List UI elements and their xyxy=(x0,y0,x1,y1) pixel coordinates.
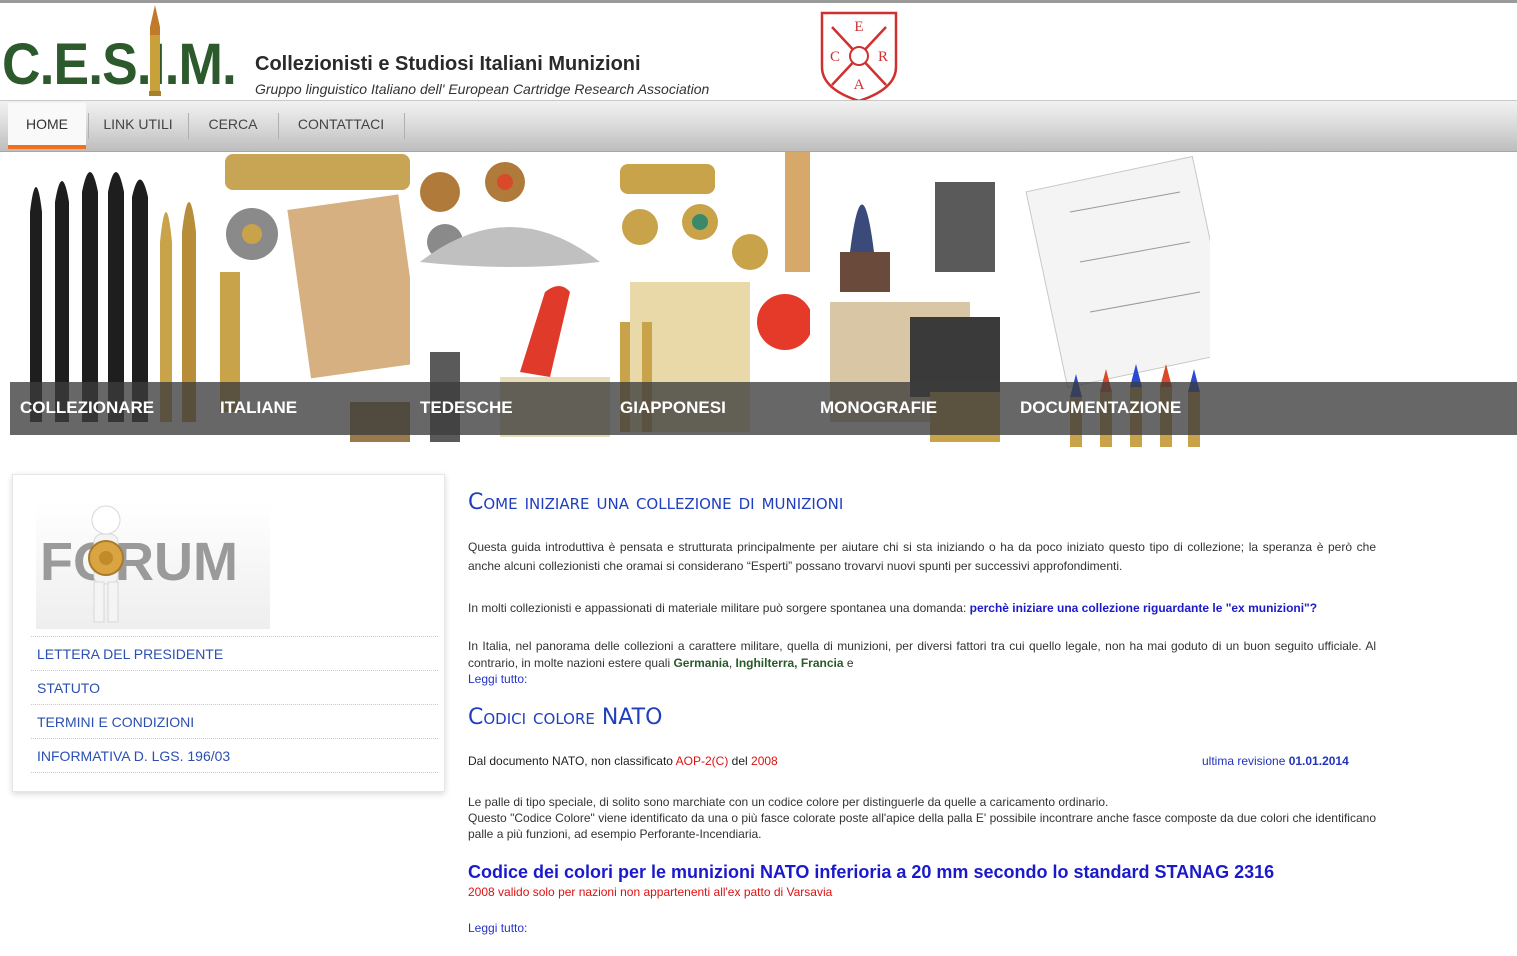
nato-body-line2: Questo "Codice Colore" viene identificat… xyxy=(468,811,1376,841)
era-letter-a: A xyxy=(854,77,865,93)
logo-text: C.E.S.I.M. xyxy=(2,32,237,97)
category-banner: COLLEZIONARE ITALIANE TEDESCHE GIAPPONES… xyxy=(10,152,1517,452)
nav-divider xyxy=(88,113,89,139)
article-intro: Questa guida introduttiva è pensata e st… xyxy=(468,540,1376,573)
nav-divider xyxy=(404,113,405,139)
revision-date: 01.01.2014 xyxy=(1288,754,1349,768)
question-lead: In molti collezionisti e appassionati di… xyxy=(468,601,970,615)
nav-home[interactable]: HOME xyxy=(8,103,86,149)
forum-banner[interactable]: FORUM xyxy=(36,502,270,629)
site-subtitle: Gruppo linguistico Italiano dell' Europe… xyxy=(255,81,710,97)
nato-standard-note: 2008 valido solo per nazioni non apparte… xyxy=(468,885,833,899)
nato-body-line1: Le palle di tipo speciale, di solito son… xyxy=(468,795,1109,809)
nav-link-utili[interactable]: LINK UTILI xyxy=(90,103,186,149)
body-lead: In Italia, nel panorama delle collezioni… xyxy=(468,639,1376,670)
revision-label: ultima revisione xyxy=(1202,754,1289,768)
forum-figure-icon xyxy=(88,505,124,623)
nato-standard-title: Codice dei colori per le munizioni NATO … xyxy=(468,862,1275,882)
era-letter-c: C xyxy=(830,49,840,65)
question-text: perchè iniziare una collezione riguardan… xyxy=(969,601,1318,615)
body-tail: e xyxy=(843,656,854,670)
doc-lead: Dal documento NATO, non classificato xyxy=(468,754,676,768)
sidebar: FORUM LETTERA DEL PRESIDENTE STATUTO TER… xyxy=(12,474,445,792)
doc-mid: del xyxy=(728,754,752,768)
sidebar-link-termini[interactable]: TERMINI E CONDIZIONI xyxy=(31,704,438,738)
category-documentazione[interactable]: DOCUMENTAZIONE xyxy=(1020,398,1181,418)
read-more-link[interactable]: Leggi tutto: xyxy=(468,672,527,686)
nav-divider xyxy=(278,113,279,139)
category-tedesche[interactable]: TEDESCHE xyxy=(420,398,513,418)
article-question: In molti collezionisti e appassionati di… xyxy=(468,599,1376,618)
main-nav: HOME LINK UTILI CERCA CONTATTACI xyxy=(0,100,1517,152)
nav-divider xyxy=(188,113,189,139)
bullet-icon xyxy=(149,5,161,96)
country-germania: Germania xyxy=(673,656,729,670)
site-title: Collezionisti e Studiosi Italiani Munizi… xyxy=(255,53,641,75)
article-title-collezione[interactable]: Come iniziare una collezione di munizion… xyxy=(468,490,843,515)
category-giapponesi[interactable]: GIAPPONESI xyxy=(620,398,726,418)
doc-code: AOP-2(C) xyxy=(675,754,729,768)
nav-contattaci[interactable]: CONTATTACI xyxy=(280,103,402,149)
sidebar-link-informativa[interactable]: INFORMATIVA D. LGS. 196/03 xyxy=(31,738,438,772)
article-body: In Italia, nel panorama delle collezioni… xyxy=(468,638,1376,672)
sidebar-link-statuto[interactable]: STATUTO xyxy=(31,670,438,704)
nav-cerca[interactable]: CERCA xyxy=(190,103,276,149)
site-header: C.E.S.I.M. Collezionisti e Studiosi Ital… xyxy=(0,3,900,103)
revision-info: ultima revisione 01.01.2014 xyxy=(1202,752,1372,771)
era-emblem-icon[interactable]: E C R A xyxy=(818,9,900,103)
doc-year: 2008 xyxy=(751,754,778,768)
country-inghilterra-francia: Inghilterra, Francia xyxy=(735,656,844,670)
forum-label: FORUM xyxy=(40,532,238,592)
category-monografie[interactable]: MONOGRAFIE xyxy=(820,398,937,418)
article-title-nato[interactable]: Codici colore NATO xyxy=(468,705,662,730)
era-letter-r: R xyxy=(878,49,888,65)
site-logo[interactable]: C.E.S.I.M. xyxy=(2,5,242,99)
category-italiane[interactable]: ITALIANE xyxy=(220,398,297,418)
category-collezionare[interactable]: COLLEZIONARE xyxy=(20,398,154,418)
read-more-link[interactable]: Leggi tutto: xyxy=(468,921,527,935)
sidebar-divider xyxy=(31,772,438,773)
sidebar-link-lettera[interactable]: LETTERA DEL PRESIDENTE xyxy=(31,636,438,670)
era-letter-e: E xyxy=(854,19,863,35)
